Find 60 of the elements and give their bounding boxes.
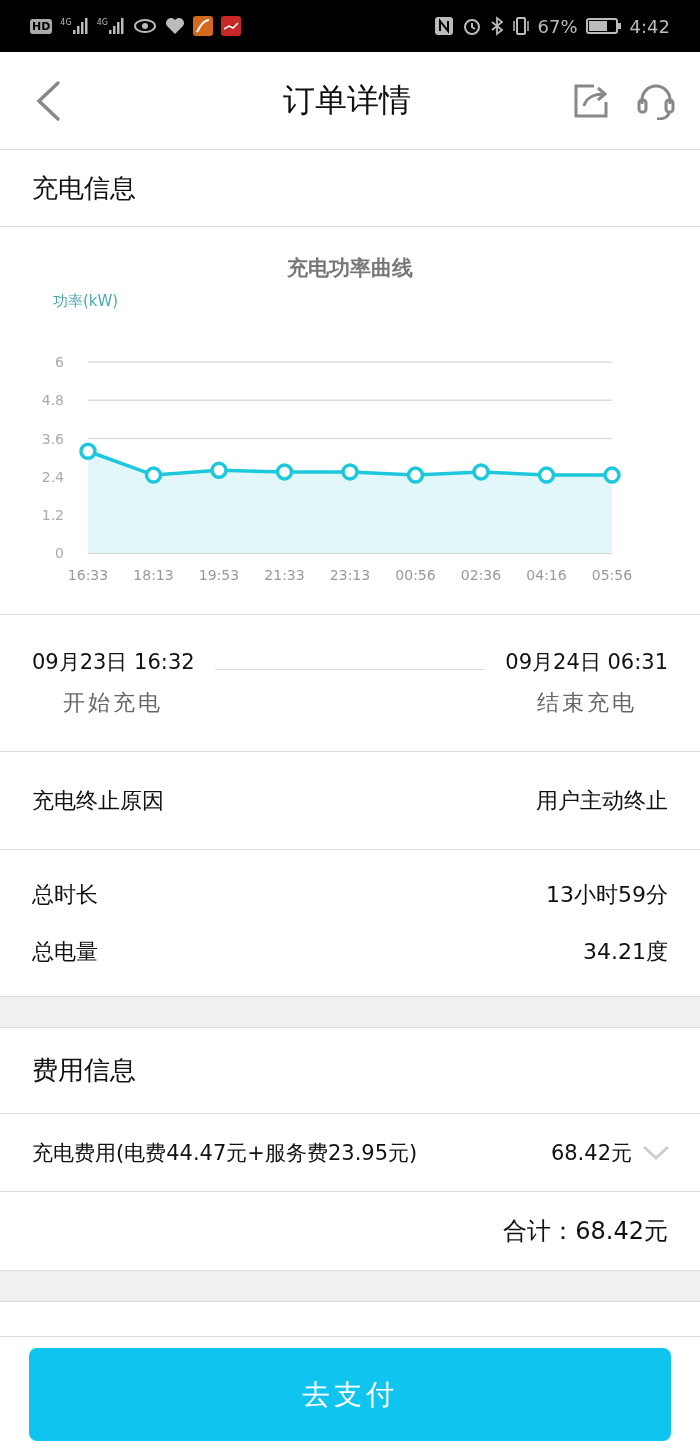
data-point: [144, 466, 163, 484]
data-point: [79, 442, 97, 460]
data-point: [603, 466, 621, 484]
total-amount: 合计：68.42元: [503, 1216, 668, 1247]
y-tick-label: 3.6: [41, 430, 64, 447]
network-label: 4G: [60, 18, 72, 27]
data-point: [537, 466, 556, 484]
data-point: [406, 466, 425, 484]
chart-title: 充电功率曲线: [287, 256, 413, 280]
nfc-icon: [433, 16, 454, 36]
x-tick-label: 21:33: [264, 567, 305, 583]
y-tick-label: 6: [55, 354, 64, 371]
row-label: 充电终止原因: [32, 786, 164, 815]
section-heading: 费用信息: [0, 1028, 700, 1114]
fee-row[interactable]: 充电费用(电费44.47元+服务费23.95元) 68.42元: [0, 1114, 700, 1192]
time-label: 结束充电: [536, 689, 637, 717]
x-tick-label: 00:56: [395, 567, 436, 583]
y-tick-label: 1.2: [41, 506, 64, 523]
hd-badge: HD: [30, 18, 53, 34]
time-text: 09月23日 16:32: [32, 649, 195, 676]
app-icon: [192, 16, 213, 36]
clock: 4:42: [629, 15, 670, 37]
x-tick-label: 18:13: [133, 567, 174, 583]
y-axis-label: 功率(kW): [53, 292, 119, 310]
row-label: 总电量: [32, 937, 98, 966]
x-tick-label: 19:53: [198, 567, 240, 583]
x-tick-label: 04:16: [526, 567, 567, 583]
bluetooth-icon: [489, 16, 504, 36]
signal-icon: [72, 18, 89, 34]
row-value: 用户主动终止: [536, 786, 668, 815]
y-tick-label: 4.8: [41, 392, 64, 409]
fee-label: 充电费用(电费44.47元+服务费23.95元): [32, 1139, 419, 1167]
battery-percent: 67%: [537, 15, 578, 37]
heart-icon: [164, 17, 185, 35]
row-value: 13小时59分: [546, 880, 668, 909]
time-text: 09月24日 06:31: [505, 649, 668, 676]
x-tick-label: 23:13: [329, 567, 371, 583]
data-point: [275, 463, 294, 481]
data-point: [341, 463, 359, 481]
data-point: [210, 461, 228, 480]
y-tick-label: 0: [55, 545, 64, 561]
x-tick-label: 02:36: [460, 567, 502, 583]
time-label: 开始充电: [63, 689, 164, 717]
row-value: 34.21度: [583, 937, 668, 966]
x-tick-label: 05:56: [591, 567, 633, 583]
battery-icon: [585, 17, 622, 35]
y-tick-label: 2.4: [41, 468, 64, 485]
vibrate-icon: [511, 16, 530, 36]
section-heading: 充电信息: [0, 150, 700, 227]
signal-icon: [108, 18, 125, 34]
alarm-icon: [461, 16, 482, 36]
eye-icon: [132, 18, 157, 34]
back-button[interactable]: [34, 79, 62, 122]
x-tick-label: 16:33: [67, 567, 109, 583]
network-label: 4G: [96, 18, 108, 27]
fee-amount: 68.42元: [550, 1139, 632, 1167]
page-title: 订单详情: [282, 79, 412, 121]
app-icon: [220, 16, 241, 36]
row-label: 总时长: [32, 880, 98, 909]
data-point: [472, 463, 490, 481]
